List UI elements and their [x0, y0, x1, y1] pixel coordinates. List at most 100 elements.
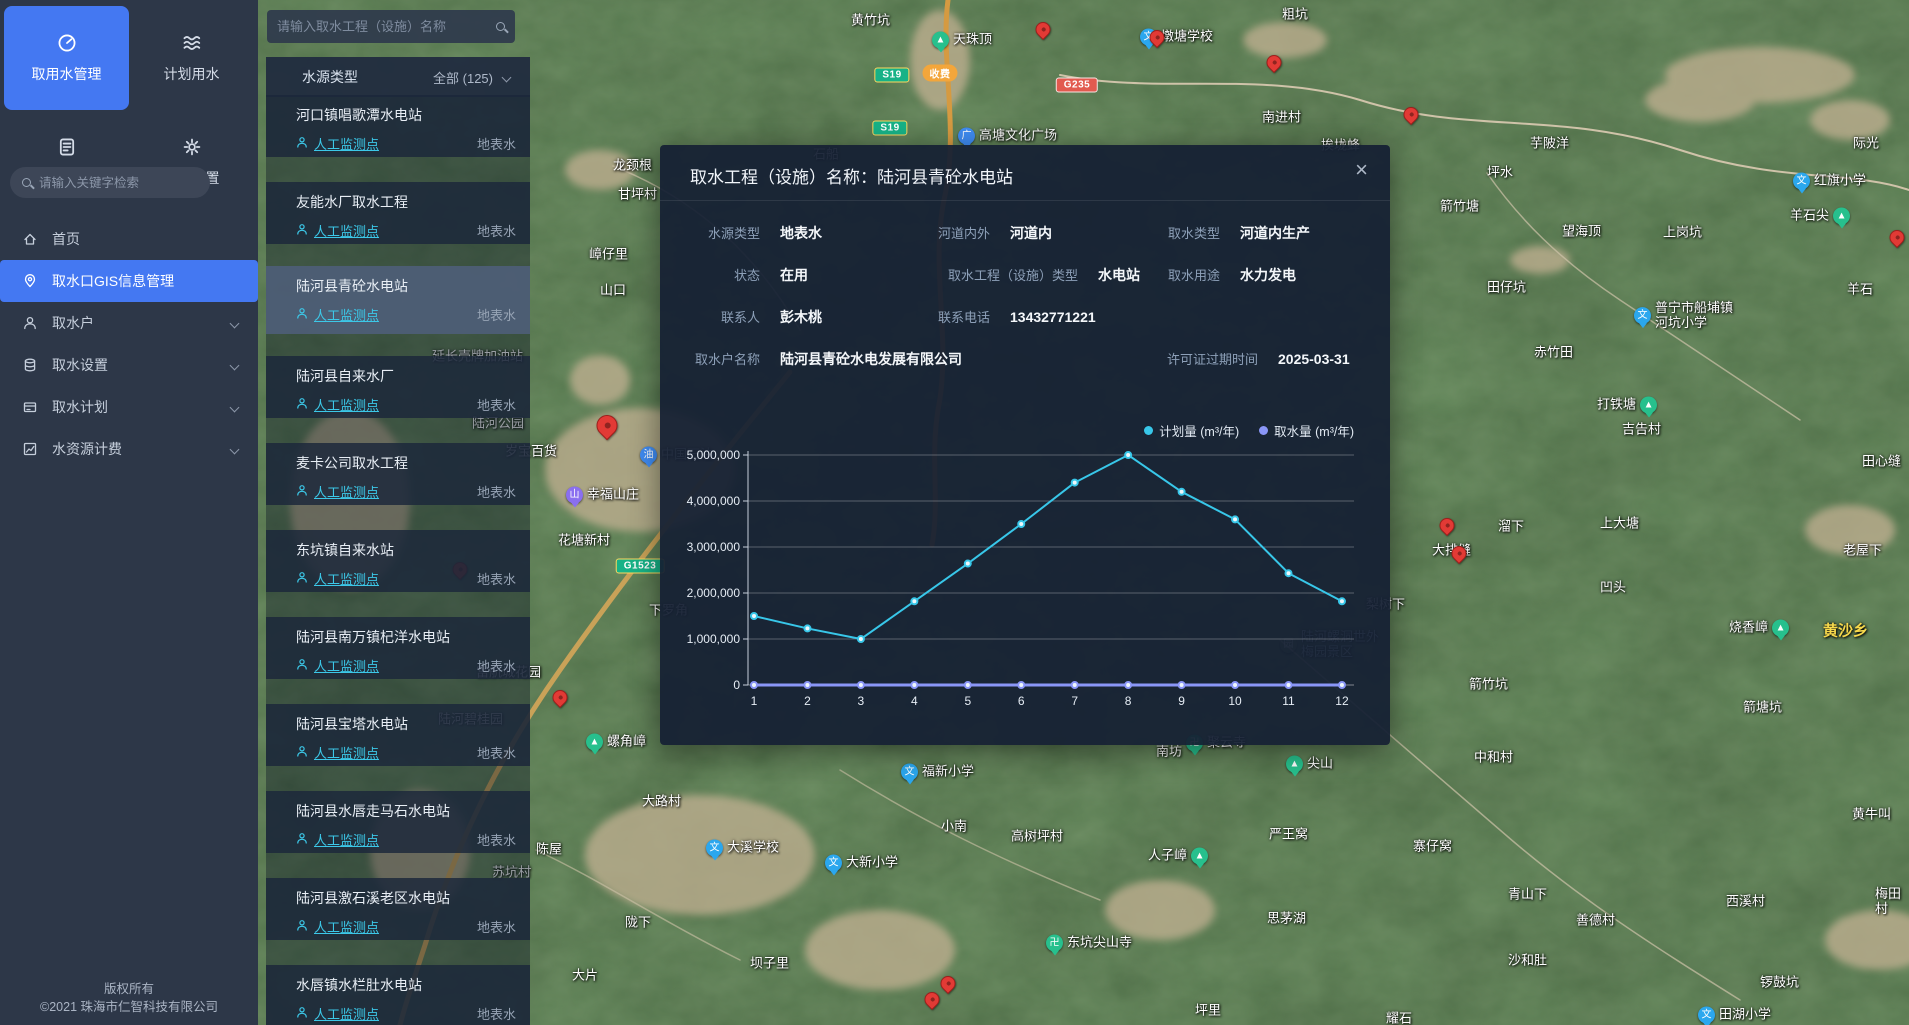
svg-text:3: 3 — [858, 694, 865, 708]
filter-value-dropdown[interactable]: 全部 (125) — [433, 68, 516, 87]
facility-list-item[interactable]: 水唇镇水栏肚水电站 人工监测点 地表水 — [266, 965, 530, 1025]
map-place-label: 锣鼓坑 — [1760, 976, 1799, 991]
meter-icon — [56, 32, 78, 54]
sidebar-item-label: 取水设置 — [52, 355, 217, 375]
facility-list-item[interactable]: 陆河县南万镇杞洋水电站 人工监测点 地表水 — [266, 617, 530, 679]
monitor-type-link[interactable]: 人工监测点 — [314, 221, 379, 240]
map-place-label: 粗坑 — [1282, 8, 1308, 23]
map-place-label: 溜下 — [1498, 520, 1524, 535]
svg-text:4: 4 — [911, 694, 918, 708]
person-icon — [296, 483, 308, 501]
close-icon[interactable]: × — [1355, 159, 1368, 181]
facility-name: 河口镇唱歌潭水电站 — [296, 105, 518, 125]
water-source-type: 地表水 — [477, 743, 518, 762]
monitor-type-link[interactable]: 人工监测点 — [314, 395, 379, 414]
facility-list-item[interactable]: 友能水厂取水工程 人工监测点 地表水 — [266, 182, 530, 244]
search-icon — [496, 22, 505, 31]
card-icon — [22, 399, 38, 415]
field-label: 许可证过期时间 — [1120, 349, 1258, 368]
monitor-type-link[interactable]: 人工监测点 — [314, 569, 379, 588]
field-r4c1: 取水户名称陆河县青砼水电发展有限公司 — [680, 349, 962, 369]
monitor-type-link[interactable]: 人工监测点 — [314, 743, 379, 762]
app-tile-0[interactable]: 取用水管理 — [4, 6, 129, 110]
facility-list-item[interactable]: 陆河县自来水厂 人工监测点 地表水 — [266, 356, 530, 418]
chevron-down-icon — [230, 360, 240, 370]
school-map-icon: 文 — [1634, 308, 1651, 325]
svg-text:10: 10 — [1228, 694, 1242, 708]
user-icon — [22, 315, 38, 331]
facility-list-item[interactable]: 陆河县宝塔水电站 人工监测点 地表水 — [266, 704, 530, 766]
facility-list-item[interactable]: 麦卡公司取水工程 人工监测点 地表水 — [266, 443, 530, 505]
facility-detail-modal: 取水工程（设施）名称：陆河县青砼水电站 × 水源类型地表水河道内外河道内取水类型… — [660, 145, 1390, 745]
sidebar-item-3[interactable]: 取水设置 — [0, 344, 258, 386]
monitor-type-link[interactable]: 人工监测点 — [314, 1004, 379, 1023]
app-tile-2[interactable]: 节水管理 — [4, 110, 129, 214]
school-map-icon: 文 — [706, 840, 723, 857]
sidebar-item-1[interactable]: 取水口GIS信息管理 — [0, 260, 258, 302]
monitor-type-link[interactable]: 人工监测点 — [314, 656, 379, 675]
monitor-type-link[interactable]: 人工监测点 — [314, 830, 379, 849]
sidebar-search-box[interactable] — [10, 167, 210, 198]
map-place-label: 文大溪学校 — [706, 840, 779, 857]
map-place-label: ▲尖山 — [1286, 756, 1333, 773]
sidebar-item-2[interactable]: 取水户 — [0, 302, 258, 344]
map-place-label: 上岗坑 — [1663, 226, 1702, 241]
map-place-label: 文红旗小学 — [1793, 173, 1866, 190]
peak-map-icon: ▲ — [1286, 756, 1303, 773]
facility-search-box[interactable] — [267, 10, 515, 43]
map-place-label: 望海顶 — [1562, 225, 1601, 240]
facility-list-item[interactable]: 东坑镇自来水站 人工监测点 地表水 — [266, 530, 530, 592]
field-value: 2025-03-31 — [1278, 351, 1350, 367]
person-icon — [296, 306, 308, 324]
map-place-label: 田仔坑 — [1487, 281, 1526, 296]
facility-name: 陆河县南万镇杞洋水电站 — [296, 627, 518, 647]
gas-map-icon: 油 — [640, 447, 657, 464]
facility-name: 水唇镇水栏肚水电站 — [296, 975, 518, 995]
doc-icon — [56, 136, 78, 158]
map-place-label: 箭竹坑 — [1469, 678, 1508, 693]
sidebar-item-0[interactable]: 首页 — [0, 218, 258, 260]
school-map-icon: 文 — [1793, 173, 1810, 190]
app-tile-3[interactable]: 业务设置 — [129, 110, 254, 214]
field-value: 彭木桃 — [780, 307, 822, 327]
map-place-label: 坪水 — [1487, 166, 1513, 181]
map-place-label: 耀石 — [1386, 1012, 1412, 1025]
field-r2c2: 取水工程（设施）类型水电站 — [890, 265, 1140, 285]
field-value: 陆河县青砼水电发展有限公司 — [780, 349, 962, 369]
person-icon — [296, 657, 308, 675]
svg-text:0: 0 — [733, 678, 740, 692]
facility-list-item[interactable]: 河口镇唱歌潭水电站 人工监测点 地表水 — [266, 95, 530, 157]
app-tile-1[interactable]: 计划用水 — [129, 6, 254, 110]
map-place-label: 严王窝 — [1269, 828, 1308, 843]
map-place-label: 小南 — [941, 820, 967, 835]
map-place-label: 文田湖小学 — [1698, 1007, 1771, 1024]
road-badge: G1523 — [616, 559, 665, 574]
water-source-type: 地表水 — [477, 134, 518, 153]
person-icon — [296, 570, 308, 588]
field-value: 河道内 — [1010, 223, 1052, 243]
monitor-type-link[interactable]: 人工监测点 — [314, 917, 379, 936]
home-icon — [22, 231, 38, 247]
sidebar-item-4[interactable]: 取水计划 — [0, 386, 258, 428]
map-place-label: 中和村 — [1474, 751, 1513, 766]
facility-list-item[interactable]: 陆河县激石溪老区水电站 人工监测点 地表水 — [266, 878, 530, 940]
peak-map-icon: ▲ — [932, 32, 949, 49]
copyright: 版权所有 ©2021 珠海市仁智科技有限公司 — [0, 980, 258, 1018]
facility-name: 麦卡公司取水工程 — [296, 453, 518, 473]
field-label: 联系人 — [680, 307, 760, 326]
map-place-label: 陇下 — [625, 916, 651, 931]
facility-search-input[interactable] — [277, 19, 496, 34]
monitor-type-link[interactable]: 人工监测点 — [314, 482, 379, 501]
facility-list-item[interactable]: 陆河县水唇走马石水电站 人工监测点 地表水 — [266, 791, 530, 853]
facility-list-item[interactable]: 陆河县青砼水电站 人工监测点 地表水 — [266, 266, 530, 334]
map-place-label: 山幸福山庄 — [566, 487, 639, 504]
map-place-label: 龙颈根 — [613, 159, 652, 174]
sidebar-search-input[interactable] — [39, 176, 200, 190]
sidebar-item-5[interactable]: 水资源计费 — [0, 428, 258, 470]
app-window: 黄竹坑▲天珠顶文墩塘学校粗坑南进村挨垅蜂芋陂洋际光石船龙颈根广高塘文化广场甘坪村… — [0, 0, 1909, 1025]
gear-icon — [181, 136, 203, 158]
monitor-type-link[interactable]: 人工监测点 — [314, 305, 379, 324]
monitor-type-link[interactable]: 人工监测点 — [314, 134, 379, 153]
map-place-label: 广高塘文化广场 — [958, 128, 1057, 145]
map-place-label: 西溪村 — [1726, 895, 1765, 910]
